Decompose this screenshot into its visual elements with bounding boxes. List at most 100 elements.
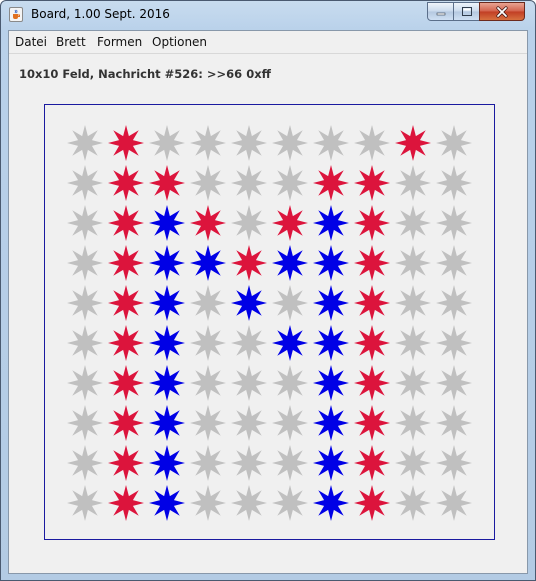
- board-star[interactable]: [231, 245, 267, 281]
- board-star[interactable]: [313, 445, 349, 481]
- board-star[interactable]: [436, 205, 472, 241]
- board-star[interactable]: [231, 365, 267, 401]
- board-star[interactable]: [354, 485, 390, 521]
- board-star[interactable]: [272, 445, 308, 481]
- board-star[interactable]: [149, 165, 185, 201]
- menu-formen[interactable]: Formen: [97, 35, 142, 49]
- board-star[interactable]: [149, 445, 185, 481]
- board-star[interactable]: [395, 205, 431, 241]
- board-star[interactable]: [354, 405, 390, 441]
- board-star[interactable]: [272, 165, 308, 201]
- board-star[interactable]: [231, 445, 267, 481]
- board-star[interactable]: [313, 205, 349, 241]
- board-star[interactable]: [313, 405, 349, 441]
- board-star[interactable]: [67, 205, 103, 241]
- board-star[interactable]: [67, 245, 103, 281]
- board-star[interactable]: [190, 125, 226, 161]
- board-star[interactable]: [436, 165, 472, 201]
- board-star[interactable]: [108, 325, 144, 361]
- board-star[interactable]: [272, 365, 308, 401]
- board-star[interactable]: [354, 285, 390, 321]
- board-star[interactable]: [395, 125, 431, 161]
- board-star[interactable]: [436, 285, 472, 321]
- board-star[interactable]: [149, 125, 185, 161]
- board-star[interactable]: [395, 365, 431, 401]
- board-star[interactable]: [67, 285, 103, 321]
- board-star[interactable]: [190, 485, 226, 521]
- board-star[interactable]: [436, 365, 472, 401]
- board-star[interactable]: [231, 485, 267, 521]
- board-star[interactable]: [272, 285, 308, 321]
- minimize-button[interactable]: [427, 2, 454, 21]
- board-star[interactable]: [272, 245, 308, 281]
- board-star[interactable]: [108, 485, 144, 521]
- board-star[interactable]: [108, 245, 144, 281]
- board-star[interactable]: [313, 165, 349, 201]
- board-star[interactable]: [395, 325, 431, 361]
- board-star[interactable]: [313, 325, 349, 361]
- board-star[interactable]: [436, 445, 472, 481]
- board-star[interactable]: [190, 245, 226, 281]
- board-star[interactable]: [190, 325, 226, 361]
- board-star[interactable]: [149, 285, 185, 321]
- board-star[interactable]: [67, 485, 103, 521]
- board-star[interactable]: [190, 205, 226, 241]
- board-star[interactable]: [67, 445, 103, 481]
- board-star[interactable]: [67, 325, 103, 361]
- board-star[interactable]: [354, 205, 390, 241]
- board-star[interactable]: [67, 125, 103, 161]
- board-star[interactable]: [395, 285, 431, 321]
- board-star[interactable]: [190, 405, 226, 441]
- menu-optionen[interactable]: Optionen: [152, 35, 207, 49]
- board-star[interactable]: [354, 125, 390, 161]
- board-star[interactable]: [190, 165, 226, 201]
- board-star[interactable]: [231, 165, 267, 201]
- board-star[interactable]: [190, 285, 226, 321]
- board-star[interactable]: [149, 365, 185, 401]
- board-star[interactable]: [395, 245, 431, 281]
- board-star[interactable]: [108, 165, 144, 201]
- board-canvas[interactable]: [45, 105, 494, 539]
- board-star[interactable]: [190, 445, 226, 481]
- board-star[interactable]: [272, 125, 308, 161]
- board-star[interactable]: [395, 485, 431, 521]
- board-star[interactable]: [231, 125, 267, 161]
- maximize-button[interactable]: [453, 2, 480, 21]
- title-bar[interactable]: Board, 1.00 Sept. 2016: [1, 1, 535, 29]
- board-star[interactable]: [272, 485, 308, 521]
- board-star[interactable]: [231, 325, 267, 361]
- board-star[interactable]: [354, 365, 390, 401]
- board-star[interactable]: [67, 405, 103, 441]
- board-star[interactable]: [149, 405, 185, 441]
- close-button[interactable]: [479, 2, 525, 21]
- board-star[interactable]: [395, 405, 431, 441]
- board-star[interactable]: [108, 205, 144, 241]
- board-star[interactable]: [313, 485, 349, 521]
- board-panel[interactable]: [44, 104, 495, 540]
- board-star[interactable]: [108, 405, 144, 441]
- board-star[interactable]: [436, 485, 472, 521]
- board-star[interactable]: [231, 405, 267, 441]
- menu-brett[interactable]: Brett: [56, 35, 86, 49]
- board-star[interactable]: [354, 325, 390, 361]
- board-star[interactable]: [354, 245, 390, 281]
- board-star[interactable]: [436, 405, 472, 441]
- board-star[interactable]: [67, 165, 103, 201]
- board-star[interactable]: [395, 445, 431, 481]
- board-star[interactable]: [395, 165, 431, 201]
- board-star[interactable]: [149, 325, 185, 361]
- board-star[interactable]: [354, 165, 390, 201]
- board-star[interactable]: [149, 205, 185, 241]
- board-star[interactable]: [108, 285, 144, 321]
- board-star[interactable]: [272, 405, 308, 441]
- board-star[interactable]: [190, 365, 226, 401]
- board-star[interactable]: [272, 325, 308, 361]
- board-star[interactable]: [108, 125, 144, 161]
- board-star[interactable]: [313, 245, 349, 281]
- board-star[interactable]: [67, 365, 103, 401]
- board-star[interactable]: [149, 245, 185, 281]
- board-star[interactable]: [231, 285, 267, 321]
- board-star[interactable]: [108, 445, 144, 481]
- board-star[interactable]: [354, 445, 390, 481]
- board-star[interactable]: [231, 205, 267, 241]
